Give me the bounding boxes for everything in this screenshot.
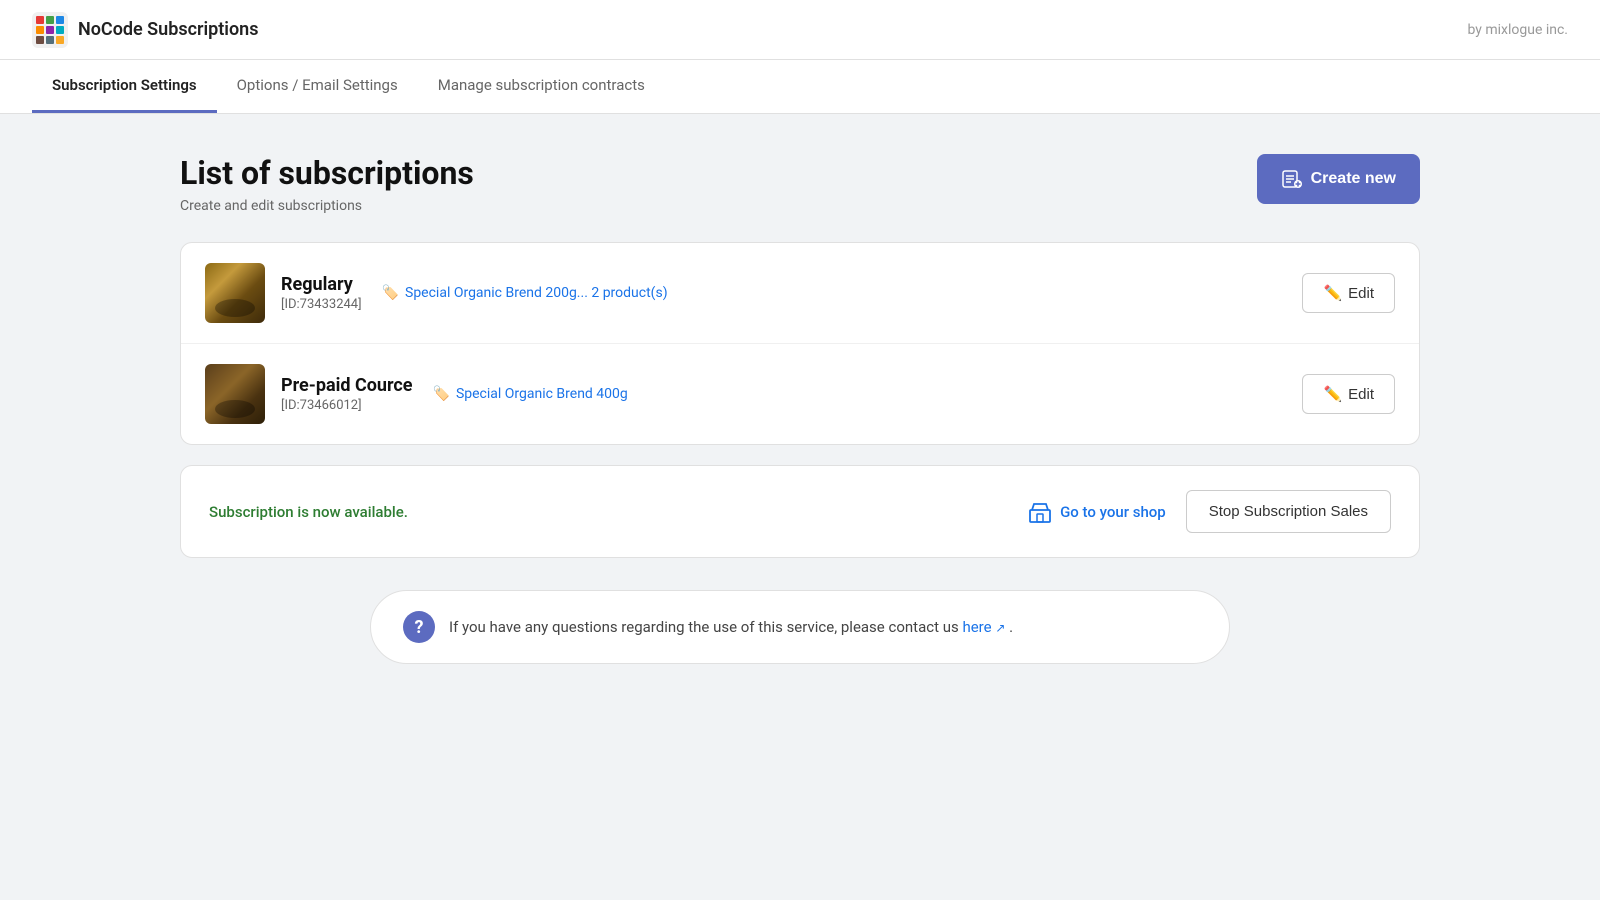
help-link-label: here (962, 618, 991, 636)
status-available-text: Subscription is now available. (209, 503, 1008, 521)
create-new-label: Create new (1311, 170, 1396, 188)
subscription-info: Pre-paid Cource [ID:73466012] 🏷️ Special… (281, 375, 1286, 413)
page-subtitle: Create and edit subscriptions (180, 198, 474, 214)
stop-subscription-button[interactable]: Stop Subscription Sales (1186, 490, 1391, 533)
shop-link-label: Go to your shop (1060, 503, 1166, 521)
help-card: ? If you have any questions regarding th… (370, 590, 1230, 664)
help-link[interactable]: here ↗ (962, 618, 1009, 636)
page-title-area: List of subscriptions Create and edit su… (180, 154, 474, 214)
subscription-name-id: Pre-paid Cource [ID:73466012] (281, 375, 413, 413)
subscription-thumbnail (205, 364, 265, 424)
page-header: List of subscriptions Create and edit su… (180, 154, 1420, 214)
subscription-row: Pre-paid Cource [ID:73466012] 🏷️ Special… (181, 344, 1419, 444)
subscription-id: [ID:73466012] (281, 398, 413, 413)
app-byline: by mixlogue inc. (1467, 22, 1568, 38)
create-new-icon (1281, 168, 1303, 190)
app-title-area: NoCode Subscriptions (32, 12, 258, 48)
shop-icon (1028, 500, 1052, 524)
edit-button-sub2[interactable]: ✏️ Edit (1302, 374, 1395, 414)
subscription-name: Pre-paid Cource (281, 375, 413, 396)
subscription-name-id: Regulary [ID:73433244] (281, 274, 362, 312)
subscriptions-list-card: Regulary [ID:73433244] 🏷️ Special Organi… (180, 242, 1420, 445)
create-new-button[interactable]: Create new (1257, 154, 1420, 204)
edit-label: Edit (1348, 285, 1374, 302)
go-to-shop-link[interactable]: Go to your shop (1028, 500, 1166, 524)
app-icon (32, 12, 68, 48)
subscription-id: [ID:73433244] (281, 297, 362, 312)
subscription-thumbnail (205, 263, 265, 323)
help-text-content: If you have any questions regarding the … (449, 618, 959, 636)
top-bar: NoCode Subscriptions by mixlogue inc. (0, 0, 1600, 60)
edit-icon: ✏️ (1323, 385, 1342, 403)
edit-button-sub1[interactable]: ✏️ Edit (1302, 273, 1395, 313)
tag-icon: 🏷️ (433, 386, 450, 402)
subscription-products-link[interactable]: 🏷️ Special Organic Brend 400g (433, 386, 628, 402)
status-card: Subscription is now available. Go to you… (180, 465, 1420, 558)
app-title: NoCode Subscriptions (78, 19, 258, 40)
help-suffix: . (1009, 618, 1013, 636)
tag-icon: 🏷️ (382, 285, 399, 301)
edit-icon: ✏️ (1323, 284, 1342, 302)
subscription-products-link[interactable]: 🏷️ Special Organic Brend 200g... 2 produ… (382, 285, 668, 301)
main-content: List of subscriptions Create and edit su… (100, 114, 1500, 704)
subscription-info: Regulary [ID:73433244] 🏷️ Special Organi… (281, 274, 1286, 312)
tab-manage-contracts[interactable]: Manage subscription contracts (418, 60, 665, 113)
edit-label: Edit (1348, 386, 1374, 403)
nav-bar: Subscription Settings Options / Email Se… (0, 60, 1600, 114)
subscription-row: Regulary [ID:73433244] 🏷️ Special Organi… (181, 243, 1419, 344)
subscription-name: Regulary (281, 274, 362, 295)
tab-options-email-settings[interactable]: Options / Email Settings (217, 60, 418, 113)
page-title: List of subscriptions (180, 154, 474, 192)
tab-subscription-settings[interactable]: Subscription Settings (32, 60, 217, 113)
help-text: If you have any questions regarding the … (449, 618, 1013, 636)
subscription-products-label: Special Organic Brend 400g (456, 386, 628, 402)
subscription-products-label: Special Organic Brend 200g... 2 product(… (405, 285, 668, 301)
stop-btn-label: Stop Subscription Sales (1209, 503, 1368, 520)
external-link-icon: ↗ (995, 621, 1005, 635)
help-icon: ? (403, 611, 435, 643)
